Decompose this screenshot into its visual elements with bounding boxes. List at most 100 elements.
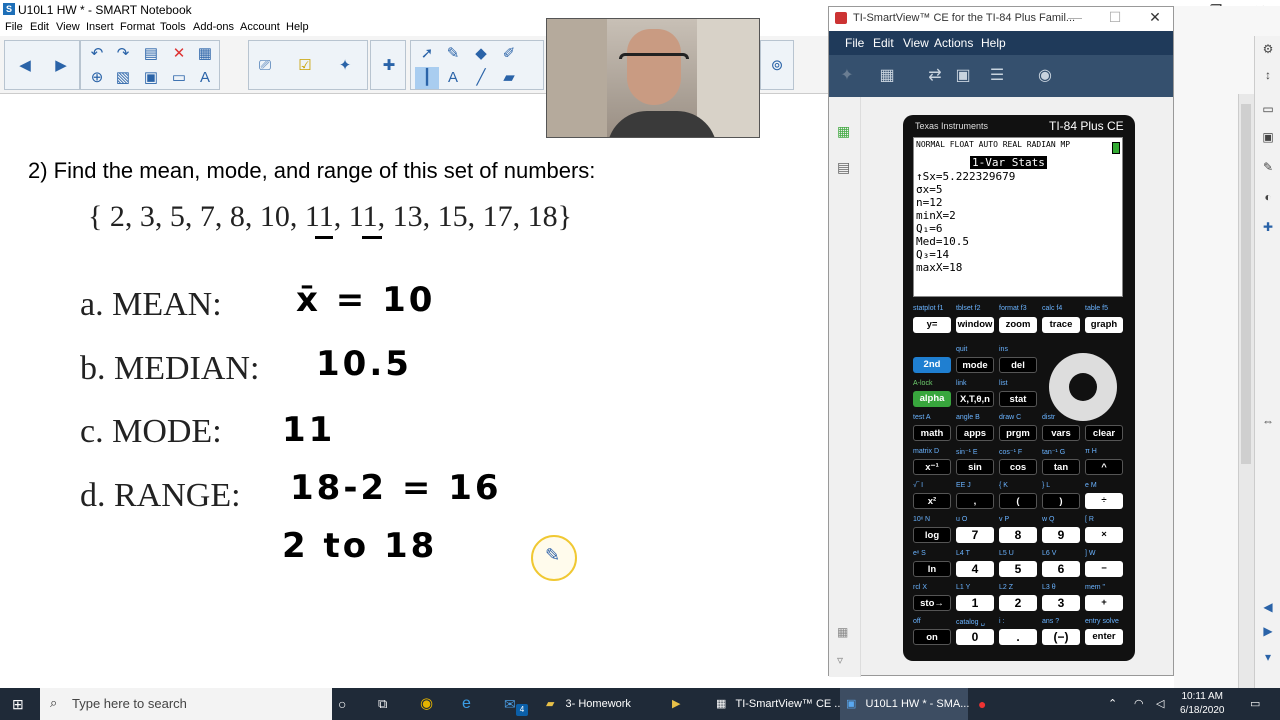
calc-key[interactable]: 9: [1042, 527, 1080, 543]
arrow-pad[interactable]: [1049, 353, 1117, 421]
attachments-icon[interactable]: ✎: [1259, 160, 1277, 178]
pen-icon[interactable]: ✎: [441, 43, 465, 65]
vertical-scrollbar[interactable]: [1238, 94, 1254, 688]
calc-key[interactable]: alpha: [913, 391, 951, 407]
calc-key[interactable]: ,: [956, 493, 994, 509]
calc-key[interactable]: 7: [956, 527, 994, 543]
calc-key[interactable]: enter: [1085, 629, 1123, 645]
chrome-icon[interactable]: ◉: [420, 688, 440, 720]
key-y[interactable]: y=: [913, 317, 951, 333]
calc-key[interactable]: clear: [1085, 425, 1123, 441]
keypress-history-icon[interactable]: ▤: [837, 159, 850, 176]
calc-key[interactable]: 1: [956, 595, 994, 611]
calc-key[interactable]: prgm: [999, 425, 1037, 441]
screen-shade-icon[interactable]: ▭: [167, 67, 191, 89]
calculator-icon[interactable]: ▦: [837, 123, 850, 140]
pdf-icon[interactable]: ▧: [111, 67, 135, 89]
ti-minimize-button[interactable]: —: [1055, 7, 1095, 27]
line-icon[interactable]: ╱: [469, 67, 493, 89]
ti-menu-help[interactable]: Help: [981, 36, 1006, 50]
gallery-icon[interactable]: ▣: [1259, 130, 1277, 148]
menu-file[interactable]: File: [5, 21, 23, 33]
calc-key[interactable]: ^: [1085, 459, 1123, 475]
properties-icon[interactable]: ◐: [1259, 190, 1277, 208]
magic-pen-icon[interactable]: ✐: [497, 43, 521, 65]
send-to-icon[interactable]: ⇄: [923, 65, 947, 87]
calculator-view-icon[interactable]: ▦: [875, 65, 899, 87]
calc-key[interactable]: x⁻¹: [913, 459, 951, 475]
calc-key[interactable]: math: [913, 425, 951, 441]
calc-key[interactable]: 6: [1042, 561, 1080, 577]
taskbar-homework[interactable]: ▰ 3- Homework: [538, 688, 668, 720]
task-view-icon[interactable]: ⧉: [378, 688, 398, 720]
ti-menu-actions[interactable]: Actions: [934, 36, 973, 50]
spellcheck-icon[interactable]: A: [193, 67, 217, 89]
calc-key[interactable]: .: [999, 629, 1037, 645]
menu-account[interactable]: Account: [240, 21, 280, 33]
resize-icon[interactable]: ⇔: [1259, 414, 1277, 432]
table-icon[interactable]: ▦: [193, 43, 217, 65]
delete-icon[interactable]: ✕: [167, 43, 191, 65]
back-icon[interactable]: ◀: [13, 55, 37, 77]
ti-menu-view[interactable]: View: [903, 36, 929, 50]
emulator-icon[interactable]: ▣: [951, 65, 975, 87]
calc-key[interactable]: on: [913, 629, 951, 645]
key-trace[interactable]: trace: [1042, 317, 1080, 333]
calc-key[interactable]: ÷: [1085, 493, 1123, 509]
ti-close-button[interactable]: ✕: [1135, 7, 1175, 27]
redo-icon[interactable]: ↷: [111, 43, 135, 65]
ti-menu-edit[interactable]: Edit: [873, 36, 894, 50]
calc-key[interactable]: del: [999, 357, 1037, 373]
calc-key[interactable]: 4: [956, 561, 994, 577]
calc-key[interactable]: 8: [999, 527, 1037, 543]
record-icon[interactable]: ●: [978, 688, 998, 720]
tray-expand-icon[interactable]: ⌃: [1108, 688, 1122, 720]
calc-key[interactable]: 2nd: [913, 357, 951, 373]
ti-menu-file[interactable]: File: [845, 36, 864, 50]
screenshot-icon[interactable]: ◉: [1033, 65, 1057, 87]
select-icon[interactable]: ➚: [415, 43, 439, 65]
fill-icon[interactable]: ◆: [469, 43, 493, 65]
taskbar-search[interactable]: ⌕ Type here to search: [40, 688, 332, 720]
page-menu-icon[interactable]: ▾: [1259, 650, 1277, 668]
calc-key[interactable]: 2: [999, 595, 1037, 611]
menu-help[interactable]: Help: [286, 21, 309, 33]
calc-key[interactable]: x²: [913, 493, 951, 509]
calc-key[interactable]: apps: [956, 425, 994, 441]
calc-key[interactable]: (−): [1042, 629, 1080, 645]
calc-key[interactable]: ln: [913, 561, 951, 577]
calc-key[interactable]: −: [1085, 561, 1123, 577]
move-sidebar-icon[interactable]: ↕: [1259, 68, 1277, 86]
panel-collapse-icon[interactable]: ▿: [837, 653, 843, 667]
calc-key[interactable]: stat: [999, 391, 1037, 407]
page-sorter-icon[interactable]: ▭: [1259, 102, 1277, 120]
panel-expand-icon[interactable]: ▦: [837, 625, 848, 639]
eraser-icon[interactable]: ▰: [497, 67, 521, 89]
key-zoom[interactable]: zoom: [999, 317, 1037, 333]
menu-addons[interactable]: Add-ons: [193, 21, 234, 33]
key-window[interactable]: window: [956, 317, 994, 333]
calc-key[interactable]: 5: [999, 561, 1037, 577]
volume-icon[interactable]: ◁: [1156, 688, 1170, 720]
ti-maximize-button[interactable]: ☐: [1095, 7, 1135, 27]
windows-start-icon[interactable]: ⊞: [12, 696, 24, 713]
key-graph[interactable]: graph: [1085, 317, 1123, 333]
calc-key[interactable]: mode: [956, 357, 994, 373]
scroll-thumb[interactable]: [1241, 104, 1251, 464]
link-icon[interactable]: ⊚: [765, 55, 789, 77]
text-icon[interactable]: A: [441, 67, 465, 89]
paste-icon[interactable]: ▤: [139, 43, 163, 65]
calc-key[interactable]: ): [1042, 493, 1080, 509]
menu-tools[interactable]: Tools: [160, 21, 186, 33]
calc-key[interactable]: sto→: [913, 595, 951, 611]
calc-key[interactable]: X,T,θ,n: [956, 391, 994, 407]
taskbar-clock[interactable]: 10:11 AM 6/18/2020: [1180, 690, 1225, 718]
puzzle-icon[interactable]: ✚: [377, 55, 401, 77]
taskbar-smart-notebook[interactable]: ▣ U10L1 HW * - SMA...: [840, 688, 969, 720]
gear-icon[interactable]: ⚙: [1259, 42, 1277, 60]
calc-key[interactable]: vars: [1042, 425, 1080, 441]
menu-insert[interactable]: Insert: [86, 21, 114, 33]
highlighter-icon[interactable]: ┃: [415, 67, 439, 89]
data-list-icon[interactable]: ☰: [985, 65, 1009, 87]
edge-icon[interactable]: e: [462, 688, 482, 720]
